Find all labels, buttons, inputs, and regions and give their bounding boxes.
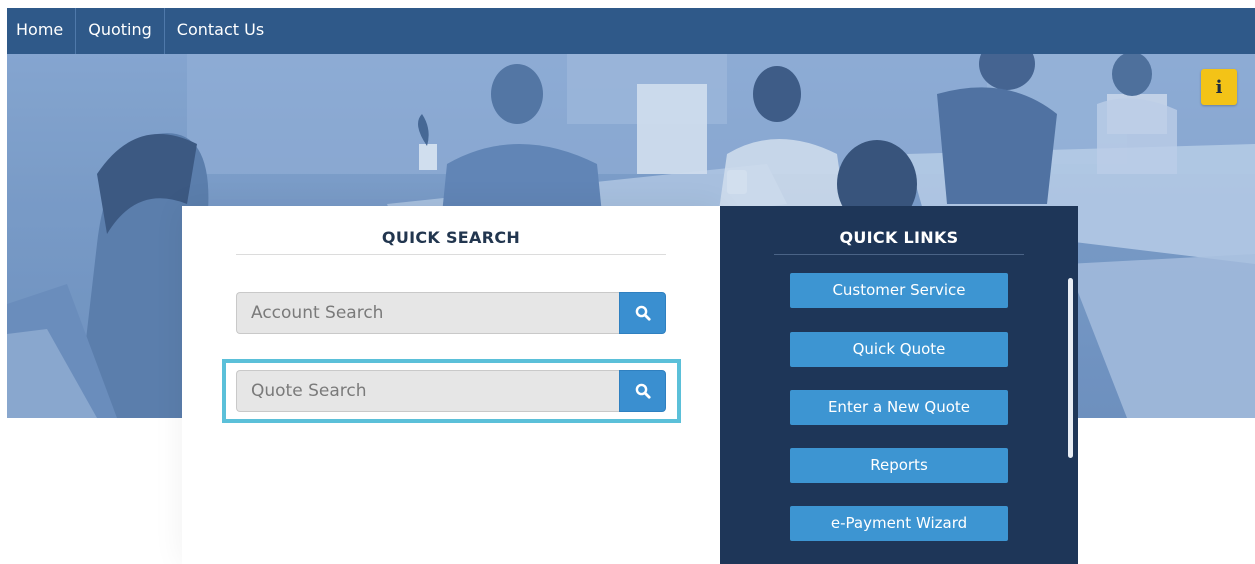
account-search-button[interactable] bbox=[619, 292, 666, 334]
quote-search-input[interactable] bbox=[236, 370, 619, 412]
nav-item-quoting[interactable]: Quoting bbox=[76, 8, 165, 54]
quick-search-title: QUICK SEARCH bbox=[381, 228, 521, 247]
account-search-group bbox=[236, 292, 666, 334]
quick-links-divider bbox=[774, 254, 1024, 255]
quick-links-scrollbar[interactable] bbox=[1068, 278, 1073, 458]
quote-search-group bbox=[236, 370, 666, 412]
quick-links-title: QUICK LINKS bbox=[839, 228, 959, 247]
quote-search-button[interactable] bbox=[619, 370, 666, 412]
page: Home Quoting Contact Us i QUICK SEARCH A… bbox=[0, 0, 1255, 564]
nav-item-home[interactable]: Home bbox=[7, 8, 77, 54]
info-icon: i bbox=[1215, 76, 1223, 98]
account-search-input[interactable] bbox=[236, 292, 619, 334]
info-button[interactable]: i bbox=[1201, 69, 1237, 105]
link-reports[interactable]: Reports bbox=[790, 448, 1008, 483]
link-e-payment-wizard[interactable]: e-Payment Wizard bbox=[790, 506, 1008, 541]
link-customer-service[interactable]: Customer Service bbox=[790, 273, 1008, 308]
search-icon bbox=[635, 305, 651, 321]
top-navigation: Home Quoting Contact Us bbox=[7, 8, 1255, 54]
link-quick-quote[interactable]: Quick Quote bbox=[790, 332, 1008, 367]
quick-links-panel: QUICK LINKS Customer Service Quick Quote… bbox=[720, 206, 1078, 564]
quick-search-panel: QUICK SEARCH bbox=[182, 206, 720, 564]
search-icon bbox=[635, 383, 651, 399]
nav-item-contact-us[interactable]: Contact Us bbox=[165, 8, 276, 54]
link-enter-new-quote[interactable]: Enter a New Quote bbox=[790, 390, 1008, 425]
quick-search-divider bbox=[236, 254, 666, 255]
